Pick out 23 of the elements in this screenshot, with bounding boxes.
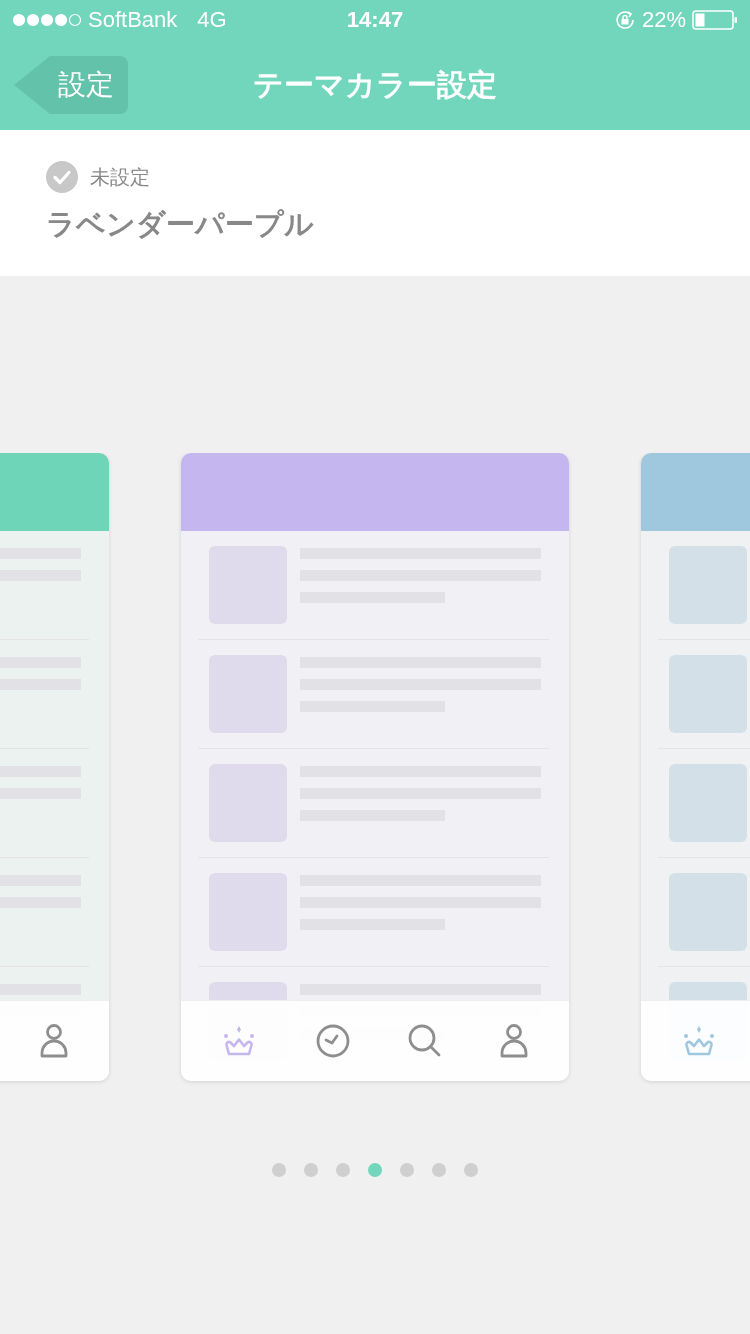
page-dot[interactable]: [464, 1163, 478, 1177]
nav-title: テーマカラー設定: [253, 65, 497, 104]
clock-icon: [316, 1024, 350, 1058]
clock-time: 14:47: [346, 7, 404, 33]
theme-name: ラベンダーパープル: [46, 206, 315, 243]
person-icon: [500, 1024, 528, 1058]
battery-percent: 22%: [641, 7, 686, 33]
battery-icon: [692, 10, 738, 30]
page-dot[interactable]: [400, 1163, 414, 1177]
search-icon: [408, 1024, 442, 1058]
status-label: 未設定: [90, 163, 150, 191]
back-button[interactable]: 設定: [14, 56, 128, 114]
page-dot[interactable]: [336, 1163, 350, 1177]
theme-preview-card[interactable]: [181, 453, 569, 1081]
rotation-lock-icon: [613, 9, 636, 31]
network-type: 4G: [197, 7, 227, 33]
person-icon: [40, 1024, 68, 1058]
page-dot[interactable]: [272, 1163, 286, 1177]
carrier-name: SoftBank: [88, 7, 178, 33]
page-dot[interactable]: [368, 1163, 382, 1177]
page-dot[interactable]: [432, 1163, 446, 1177]
signal-icon: [12, 13, 82, 27]
page-dot[interactable]: [304, 1163, 318, 1177]
